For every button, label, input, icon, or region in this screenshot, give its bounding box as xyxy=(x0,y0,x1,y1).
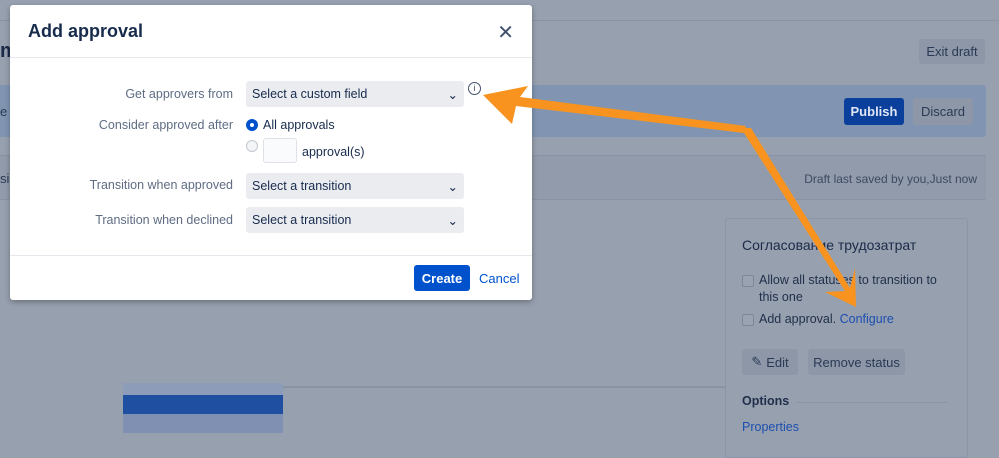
arrow-to-configure-link xyxy=(744,128,856,307)
arrow-to-info-icon xyxy=(483,86,746,133)
annotation-arrows xyxy=(483,86,856,307)
